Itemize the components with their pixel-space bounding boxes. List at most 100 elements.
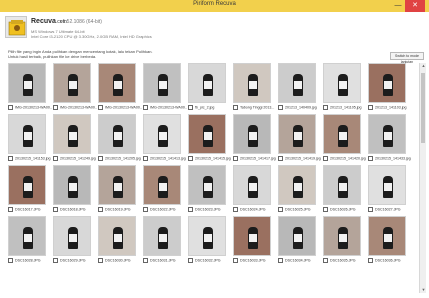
file-thumbnail[interactable] — [8, 216, 46, 256]
file-checkbox[interactable] — [368, 105, 373, 110]
file-checkbox[interactable] — [233, 105, 238, 110]
file-checkbox[interactable] — [8, 258, 13, 263]
file-checkbox[interactable] — [188, 156, 193, 161]
file-thumbnail[interactable] — [323, 165, 361, 205]
switch-mode-button[interactable]: Switch to mode lanjutan — [390, 52, 424, 64]
file-checkbox[interactable] — [233, 156, 238, 161]
file-thumbnail[interactable] — [188, 216, 226, 256]
scroll-up-icon[interactable]: ▲ — [420, 63, 427, 69]
title-bar: Piriform Recuva — ✕ — [0, 0, 429, 12]
file-checkbox[interactable] — [53, 156, 58, 161]
file-thumbnail[interactable] — [143, 165, 181, 205]
file-checkbox[interactable] — [368, 156, 373, 161]
file-thumbnail[interactable] — [143, 216, 181, 256]
file-thumbnail[interactable] — [8, 63, 46, 103]
file-checkbox[interactable] — [143, 207, 148, 212]
file-caption: Tabong Tinggi 2013... — [233, 105, 277, 111]
file-caption: IMG-20130213-WA00... — [8, 105, 52, 111]
file-thumbnail[interactable] — [53, 114, 91, 154]
file-caption: 20130215_141153.jpg — [8, 156, 52, 162]
file-thumbnail[interactable] — [8, 165, 46, 205]
file-name: DSC16027.JPG — [375, 207, 401, 212]
file-checkbox[interactable] — [53, 258, 58, 263]
file-caption: DSC16024.JPG — [233, 207, 277, 213]
file-checkbox[interactable] — [188, 258, 193, 263]
file-thumbnail[interactable] — [53, 216, 91, 256]
file-thumbnail[interactable] — [98, 114, 136, 154]
file-thumbnail[interactable] — [53, 63, 91, 103]
file-checkbox[interactable] — [323, 105, 328, 110]
file-name: IMG-20130213-WA00... — [15, 105, 52, 110]
file-checkbox[interactable] — [278, 105, 283, 110]
photo-detail — [114, 183, 122, 191]
file-caption: fb_pic_2.jpg — [188, 105, 232, 111]
file-caption: 20130215_141419.jpg — [278, 156, 322, 162]
file-name: DSC16031.JPG — [150, 258, 176, 263]
file-thumbnail[interactable] — [8, 114, 46, 154]
scroll-down-icon[interactable]: ▼ — [420, 287, 427, 293]
vertical-scrollbar[interactable]: ▲ ▼ — [419, 63, 426, 293]
photo-detail — [384, 234, 392, 242]
file-thumbnail[interactable] — [188, 63, 226, 103]
file-thumbnail[interactable] — [233, 165, 271, 205]
file-checkbox[interactable] — [368, 207, 373, 212]
file-thumbnail[interactable] — [368, 114, 406, 154]
file-checkbox[interactable] — [98, 105, 103, 110]
file-name: DSC16032.JPG — [195, 258, 221, 263]
file-name: 20130215_141205.jpg — [105, 156, 141, 161]
file-thumbnail[interactable] — [278, 216, 316, 256]
file-checkbox[interactable] — [233, 207, 238, 212]
file-thumbnail[interactable] — [143, 114, 181, 154]
file-checkbox[interactable] — [143, 105, 148, 110]
file-thumbnail[interactable] — [368, 216, 406, 256]
file-checkbox[interactable] — [53, 105, 58, 110]
file-thumbnail[interactable] — [98, 165, 136, 205]
file-thumbnail[interactable] — [323, 216, 361, 256]
file-thumbnail[interactable] — [53, 165, 91, 205]
file-thumbnail[interactable] — [143, 63, 181, 103]
file-thumbnail[interactable] — [278, 63, 316, 103]
file-caption: DSC16027.JPG — [368, 207, 412, 213]
file-thumbnail[interactable] — [323, 63, 361, 103]
file-checkbox[interactable] — [278, 156, 283, 161]
file-checkbox[interactable] — [233, 258, 238, 263]
file-thumbnail[interactable] — [188, 114, 226, 154]
file-checkbox[interactable] — [98, 207, 103, 212]
photo-detail — [249, 183, 257, 191]
file-thumbnail[interactable] — [233, 216, 271, 256]
file-checkbox[interactable] — [323, 207, 328, 212]
file-checkbox[interactable] — [98, 156, 103, 161]
file-thumbnail[interactable] — [233, 63, 271, 103]
file-checkbox[interactable] — [188, 207, 193, 212]
file-checkbox[interactable] — [323, 156, 328, 161]
file-checkbox[interactable] — [188, 105, 193, 110]
file-caption: 20130215_141249.jpg — [53, 156, 97, 162]
scroll-thumb[interactable] — [421, 73, 425, 143]
file-name: DSC16025.JPG — [285, 207, 311, 212]
file-thumbnail[interactable] — [233, 114, 271, 154]
close-button[interactable]: ✕ — [405, 0, 425, 12]
file-checkbox[interactable] — [143, 258, 148, 263]
file-checkbox[interactable] — [323, 258, 328, 263]
file-checkbox[interactable] — [278, 207, 283, 212]
file-thumbnail[interactable] — [368, 165, 406, 205]
file-checkbox[interactable] — [278, 258, 283, 263]
file-thumbnail[interactable] — [98, 216, 136, 256]
file-checkbox[interactable] — [98, 258, 103, 263]
file-checkbox[interactable] — [8, 156, 13, 161]
file-thumbnail[interactable] — [278, 114, 316, 154]
file-thumbnail[interactable] — [323, 114, 361, 154]
minimize-button[interactable]: — — [392, 0, 404, 12]
photo-detail — [114, 234, 122, 242]
file-checkbox[interactable] — [8, 207, 13, 212]
file-thumbnail[interactable] — [98, 63, 136, 103]
file-checkbox[interactable] — [143, 156, 148, 161]
file-name: 20130215_141415.jpg — [195, 156, 231, 161]
file-name: DSC16033.JPG — [240, 258, 266, 263]
file-thumbnail[interactable] — [368, 63, 406, 103]
file-thumbnail[interactable] — [278, 165, 316, 205]
file-thumbnail[interactable] — [188, 165, 226, 205]
file-checkbox[interactable] — [368, 258, 373, 263]
file-checkbox[interactable] — [53, 207, 58, 212]
file-checkbox[interactable] — [8, 105, 13, 110]
